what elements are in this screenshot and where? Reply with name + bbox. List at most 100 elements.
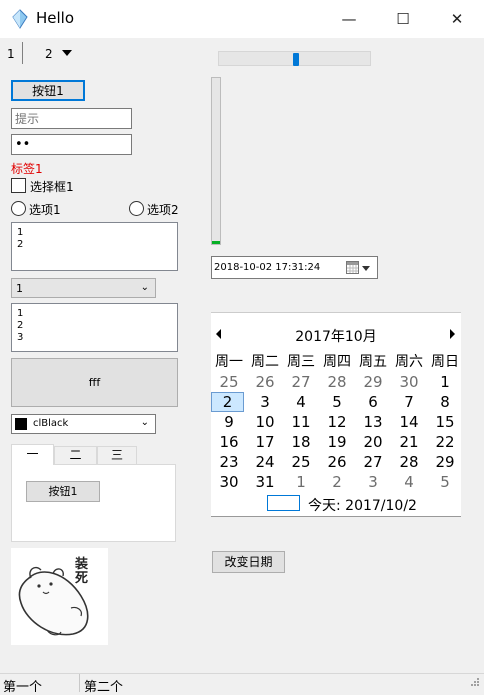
calendar-month-title[interactable]: 2017年10月 xyxy=(211,326,461,346)
tab-panel-button[interactable]: 按钮1 xyxy=(26,481,100,502)
calendar-weekday: 周三 xyxy=(287,354,315,370)
calendar-day[interactable]: 16 xyxy=(211,432,247,452)
month-calendar[interactable]: 2017年10月 周一 周二 周三 周四 周五 周六 周日 25 26 27 28 29 30 1 2 3 4… xyxy=(211,312,461,517)
calendar-day[interactable]: 3 xyxy=(355,472,391,492)
color-combo[interactable]: clBlack ⌄ xyxy=(11,414,156,434)
calendar-day[interactable]: 25 xyxy=(283,452,319,472)
calendar-day[interactable]: 6 xyxy=(355,392,391,412)
today-label[interactable]: 今天: 2017/10/2 xyxy=(308,495,417,515)
calendar-day[interactable]: 19 xyxy=(319,432,355,452)
calendar-day[interactable]: 24 xyxy=(247,452,283,472)
calendar-day[interactable]: 20 xyxy=(355,432,391,452)
checkbox[interactable] xyxy=(11,178,26,193)
fff-button[interactable]: fff xyxy=(11,358,178,407)
chevron-down-icon: ⌄ xyxy=(140,282,149,293)
color-swatch xyxy=(15,418,27,430)
app-icon xyxy=(10,9,30,29)
status-bar: 第一个 第二个 xyxy=(0,673,484,695)
calendar-day[interactable]: 29 xyxy=(427,452,463,472)
datetime-picker[interactable]: 2018-10-02 17:31:24 xyxy=(211,256,378,279)
calendar-day[interactable]: 5 xyxy=(427,472,463,492)
password-field[interactable]: •• xyxy=(11,134,132,155)
page-tab-1[interactable]: 一 xyxy=(11,444,54,465)
calendar-day[interactable]: 22 xyxy=(427,432,463,452)
radio-option2-label: 选项2 xyxy=(147,203,179,217)
maximize-button[interactable]: ☐ xyxy=(376,0,430,38)
page-tab-label: 一 xyxy=(26,447,39,461)
calendar-day[interactable]: 18 xyxy=(283,432,319,452)
calendar-day[interactable]: 28 xyxy=(391,452,427,472)
combo-select[interactable]: 1 ⌄ xyxy=(11,278,156,298)
memo-box[interactable]: 1 2 xyxy=(11,222,178,271)
calendar-day[interactable]: 23 xyxy=(211,452,247,472)
chevron-down-icon: ⌄ xyxy=(140,417,149,428)
calendar-day[interactable]: 13 xyxy=(355,412,391,432)
calendar-day[interactable]: 5 xyxy=(319,392,355,412)
trackbar-thumb[interactable] xyxy=(293,53,299,66)
window-title: Hello xyxy=(36,9,75,27)
tab-1[interactable]: 1 xyxy=(7,47,15,61)
close-button[interactable]: ✕ xyxy=(430,0,484,38)
calendar-footer[interactable]: 今天: 2017/10/2 xyxy=(267,494,457,514)
list-box[interactable]: 1 2 3 xyxy=(11,303,178,352)
calendar-day[interactable]: 21 xyxy=(391,432,427,452)
calendar-day[interactable]: 26 xyxy=(247,372,283,392)
button1[interactable]: 按钮1 xyxy=(11,80,85,101)
calendar-day[interactable]: 2 xyxy=(211,392,244,412)
calendar-day[interactable]: 4 xyxy=(391,472,427,492)
chevron-down-icon[interactable] xyxy=(362,266,370,271)
calendar-day[interactable]: 26 xyxy=(319,452,355,472)
calendar-day[interactable]: 27 xyxy=(355,452,391,472)
list-item[interactable]: 3 xyxy=(17,332,172,344)
calendar-day[interactable]: 11 xyxy=(283,412,319,432)
calendar-weekday: 周四 xyxy=(323,354,351,370)
radio-option2[interactable] xyxy=(129,201,144,216)
calendar-day[interactable]: 3 xyxy=(247,392,283,412)
vertical-progressbar xyxy=(211,77,221,245)
page-tab-3[interactable]: 三 xyxy=(97,446,137,465)
calendar-day[interactable]: 1 xyxy=(283,472,319,492)
calendar-icon[interactable] xyxy=(346,261,359,274)
calendar-day[interactable]: 2 xyxy=(319,472,355,492)
calendar-day-grid: 25 26 27 28 29 30 1 2 3 4 5 6 7 8 9 10 11 12 13 14 15 16 17 18 1… xyxy=(211,372,461,494)
resize-grip-icon[interactable] xyxy=(468,677,480,689)
calendar-day[interactable]: 4 xyxy=(283,392,319,412)
calendar-day[interactable]: 10 xyxy=(247,412,283,432)
calendar-day[interactable]: 31 xyxy=(247,472,283,492)
list-item[interactable]: 1 xyxy=(17,308,172,320)
page-control: 一 二 三 按钮1 xyxy=(11,444,176,542)
calendar-day[interactable]: 25 xyxy=(211,372,247,392)
change-date-button[interactable]: 改变日期 xyxy=(212,551,285,573)
tab-separator xyxy=(22,42,23,64)
minimize-button[interactable]: — xyxy=(322,0,376,38)
chevron-down-icon[interactable] xyxy=(62,50,72,56)
combo-value: 1 xyxy=(16,282,23,295)
calendar-day[interactable]: 14 xyxy=(391,412,427,432)
calendar-day[interactable]: 27 xyxy=(283,372,319,392)
tab-2[interactable]: 2 xyxy=(45,47,53,61)
next-month-arrow[interactable] xyxy=(450,329,455,339)
list-item[interactable]: 2 xyxy=(17,320,172,332)
datetime-value: 2018-10-02 17:31:24 xyxy=(214,262,321,273)
calendar-day[interactable]: 7 xyxy=(391,392,427,412)
calendar-day[interactable]: 9 xyxy=(211,412,247,432)
memo-line: 1 xyxy=(17,227,24,238)
calendar-weekday: 周一 xyxy=(215,354,243,370)
calendar-day[interactable]: 12 xyxy=(319,412,355,432)
calendar-weekday-row: 周一 周二 周三 周四 周五 周六 周日 xyxy=(211,352,461,372)
calendar-day[interactable]: 30 xyxy=(391,372,427,392)
hint-input[interactable] xyxy=(11,108,132,129)
page-tab-label: 二 xyxy=(69,448,82,462)
calendar-day[interactable]: 1 xyxy=(427,372,463,392)
page-tab-2[interactable]: 二 xyxy=(54,446,97,465)
calendar-day[interactable]: 30 xyxy=(211,472,247,492)
radio-option1[interactable] xyxy=(11,201,26,216)
calendar-day[interactable]: 17 xyxy=(247,432,283,452)
calendar-day[interactable]: 29 xyxy=(355,372,391,392)
calendar-day[interactable]: 8 xyxy=(427,392,463,412)
calendar-day[interactable]: 28 xyxy=(319,372,355,392)
calendar-day[interactable]: 15 xyxy=(427,412,463,432)
horizontal-trackbar[interactable] xyxy=(218,51,371,66)
sticker-caption: 装死 xyxy=(75,557,89,586)
memo-line: 2 xyxy=(17,239,24,250)
